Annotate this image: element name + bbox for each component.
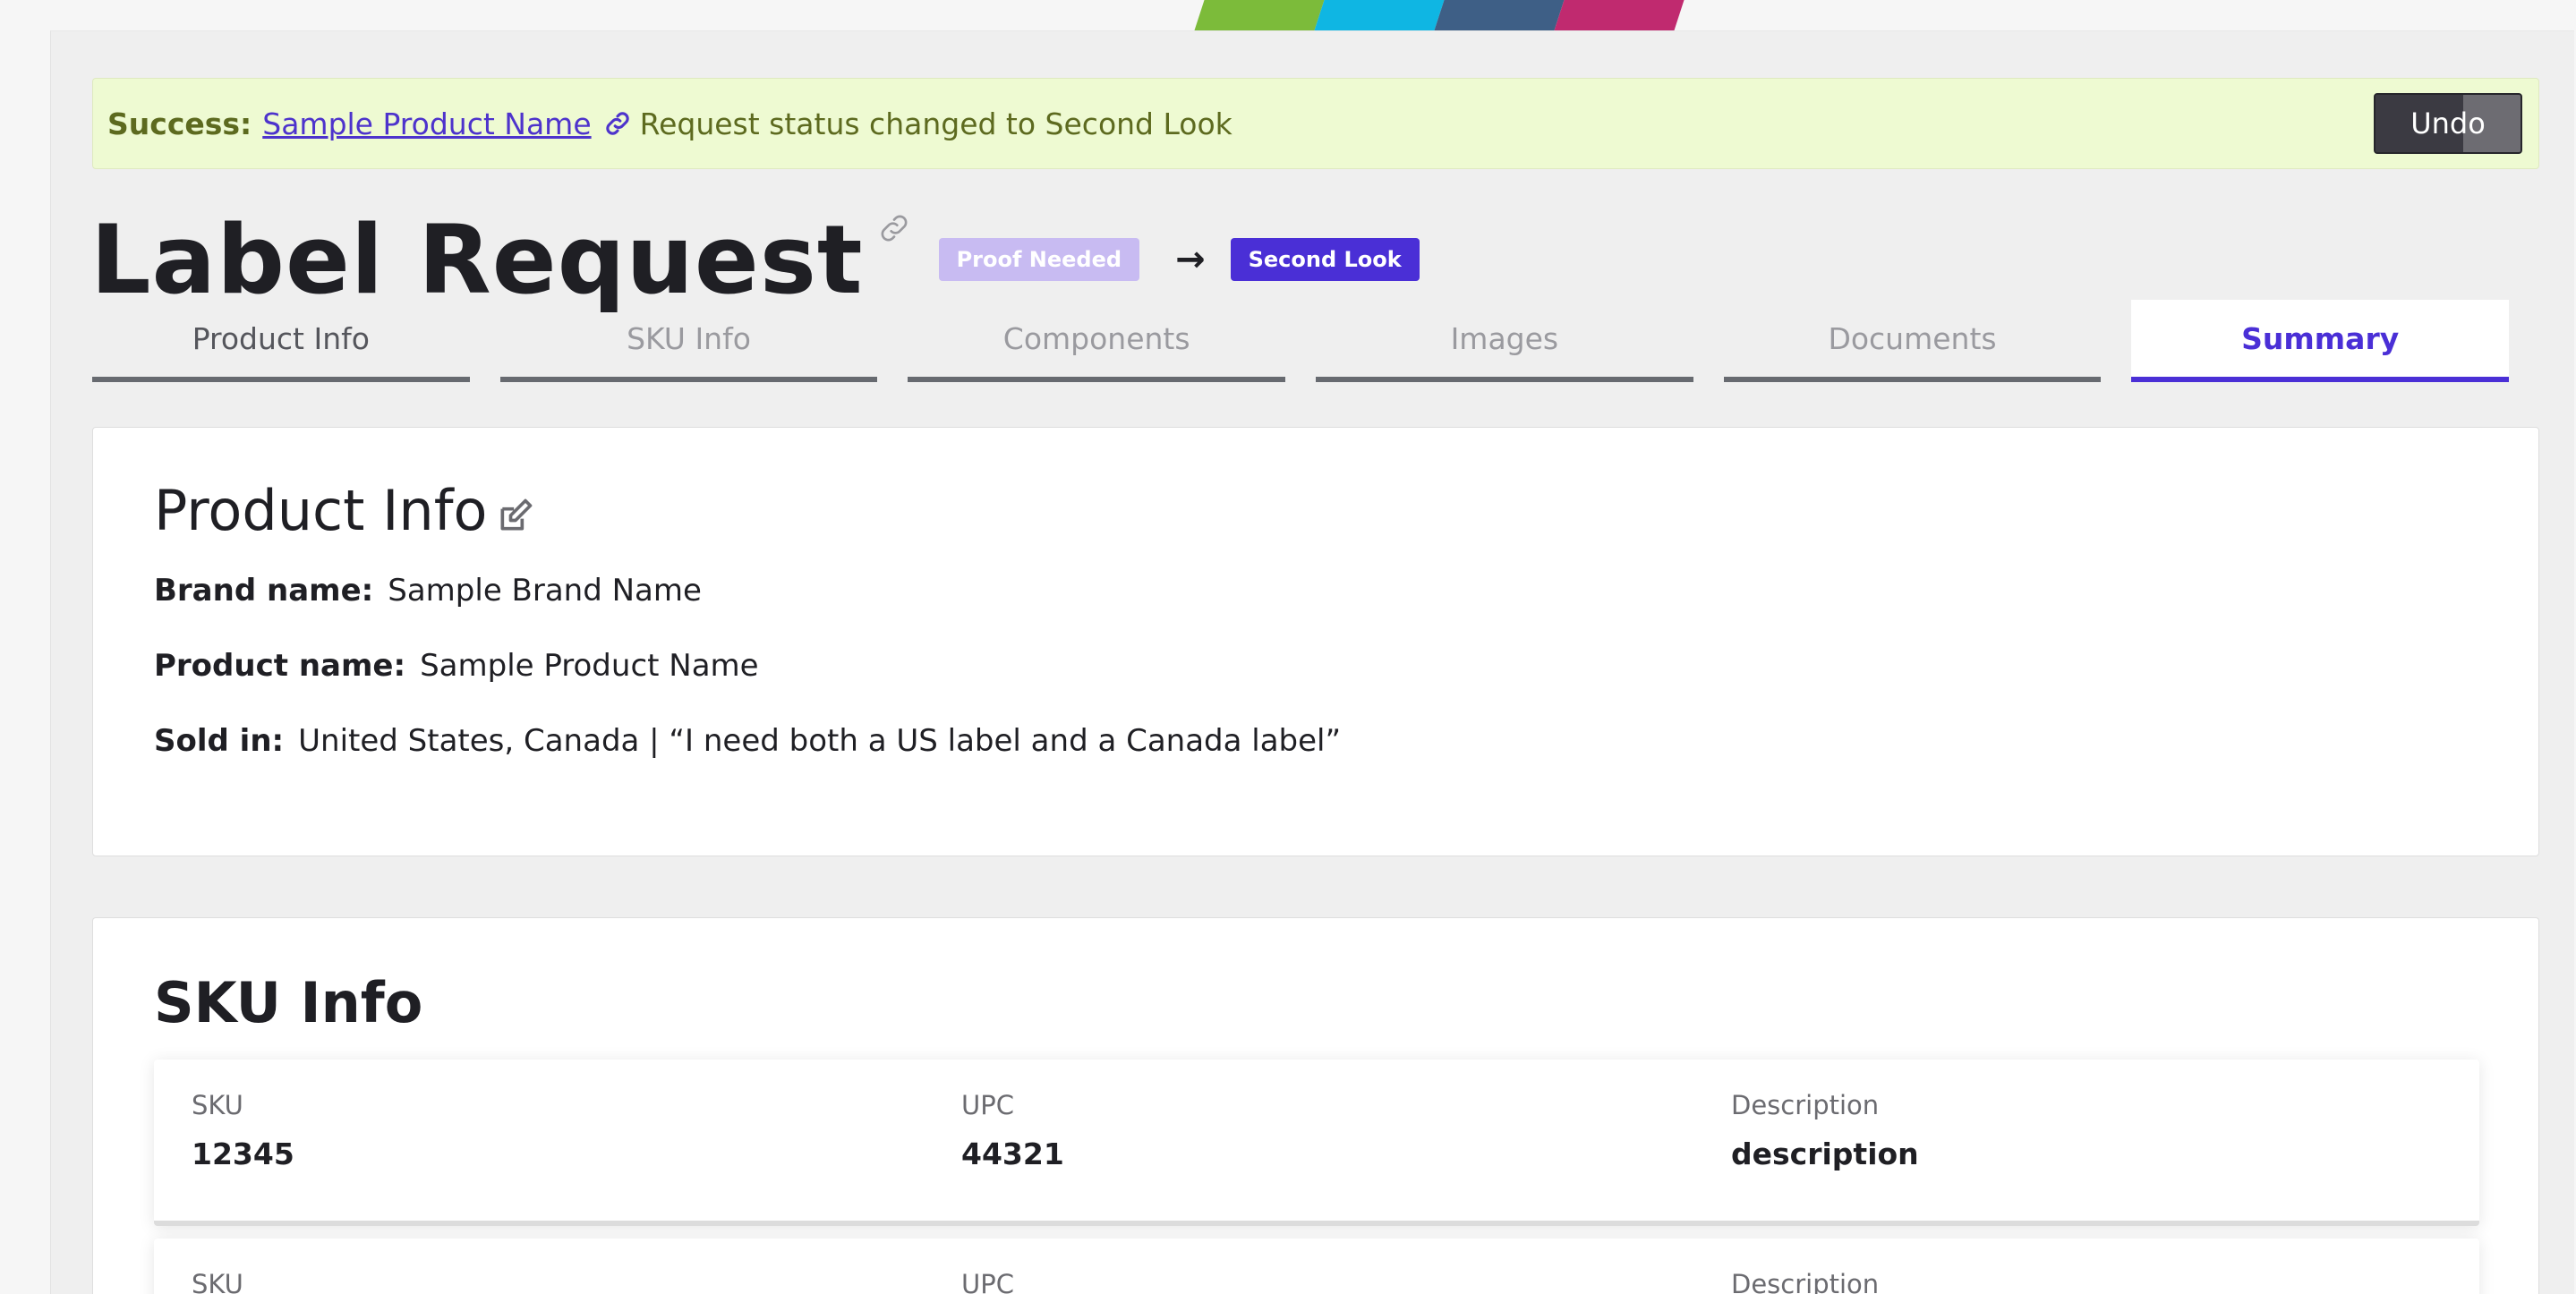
- brand-name-value: Sample Brand Name: [388, 573, 702, 609]
- description-label: Description: [1731, 1090, 1880, 1120]
- brand-name-label: Brand name:: [154, 573, 374, 609]
- brand-stripes: [1194, 0, 1685, 30]
- edit-icon[interactable]: [496, 496, 535, 535]
- copy-link-icon[interactable]: [876, 210, 912, 246]
- success-banner: Success: Sample Product Name Request sta…: [92, 78, 2539, 169]
- product-info-heading: Product Info: [154, 478, 535, 543]
- tab-images[interactable]: Images: [1316, 300, 1693, 382]
- tab-documents[interactable]: Documents: [1723, 300, 2102, 382]
- stripe-green: [1194, 0, 1325, 30]
- link-icon: [605, 112, 629, 135]
- undo-button-label: Undo: [2410, 106, 2486, 140]
- description-value: description: [1731, 1137, 1919, 1171]
- tab-sku-info[interactable]: SKU Info: [499, 300, 878, 382]
- product-name-value: Sample Product Name: [420, 648, 759, 684]
- product-name-field: Product name: Sample Product Name: [154, 648, 759, 684]
- sku-info-card: SKU Info SKU 12345 UPC 44321 Description…: [92, 917, 2539, 1294]
- stripe-cyan: [1314, 0, 1445, 30]
- upc-value: 44321: [961, 1137, 1064, 1171]
- upc-label: UPC: [961, 1090, 1014, 1120]
- success-label: Success:: [107, 106, 252, 141]
- status-badge-to: Second Look: [1230, 238, 1420, 281]
- tab-bar: Product Info SKU Info Components Images …: [92, 300, 2510, 384]
- sku-row: SKU UPC Description: [154, 1239, 2479, 1294]
- page-container: Success: Sample Product Name Request sta…: [50, 30, 2574, 1294]
- sku-value: 12345: [192, 1137, 294, 1171]
- description-label: Description: [1731, 1269, 1880, 1294]
- banner-product-link[interactable]: Sample Product Name: [262, 106, 591, 141]
- brand-name-field: Brand name: Sample Brand Name: [154, 573, 702, 609]
- description-column: Description: [1731, 1269, 1879, 1294]
- sold-in-label: Sold in:: [154, 723, 285, 759]
- status-badge-from: Proof Needed: [938, 238, 1140, 281]
- upc-column: UPC: [961, 1269, 1014, 1294]
- banner-message: Request status changed to Second Look: [639, 106, 1233, 141]
- sku-column: SKU 12345: [192, 1090, 294, 1171]
- tab-summary[interactable]: Summary: [2131, 300, 2510, 382]
- upc-label: UPC: [961, 1269, 1014, 1294]
- sold-in-field: Sold in: United States, Canada | “I need …: [154, 723, 1341, 759]
- stripe-blue: [1434, 0, 1565, 30]
- sku-column: SKU: [192, 1269, 243, 1294]
- sku-label: SKU: [192, 1090, 243, 1120]
- page-title: Label Request: [90, 204, 864, 315]
- sold-in-value: United States, Canada | “I need both a U…: [298, 723, 1342, 759]
- stripe-magenta: [1554, 0, 1685, 30]
- tab-components[interactable]: Components: [908, 300, 1286, 382]
- status-arrow: →: [1175, 239, 1206, 280]
- description-column: Description description: [1731, 1090, 1919, 1171]
- undo-button[interactable]: Undo: [2374, 93, 2522, 154]
- sku-info-title: SKU Info: [154, 970, 423, 1035]
- sku-row: SKU 12345 UPC 44321 Description descript…: [154, 1060, 2479, 1226]
- product-info-title: Product Info: [154, 478, 488, 543]
- upc-column: UPC 44321: [961, 1090, 1064, 1171]
- tab-product-info[interactable]: Product Info: [92, 300, 470, 382]
- sku-label: SKU: [192, 1269, 243, 1294]
- product-info-card: Product Info Brand name: Sample Brand Nam…: [92, 427, 2539, 856]
- product-name-label: Product name:: [154, 648, 406, 684]
